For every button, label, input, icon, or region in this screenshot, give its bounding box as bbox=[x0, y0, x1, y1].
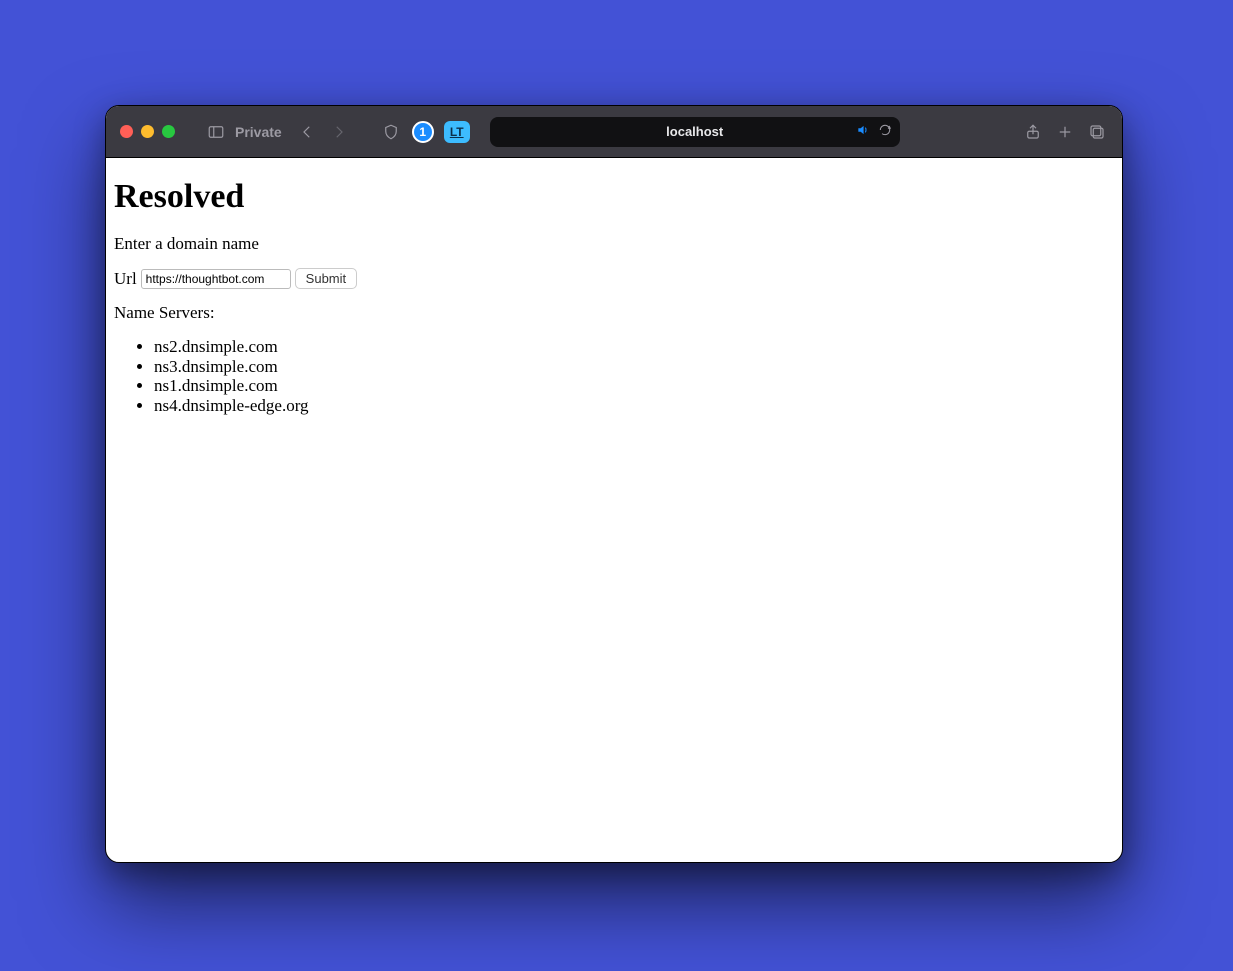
lookup-form: Url Submit bbox=[114, 268, 1114, 289]
share-icon[interactable] bbox=[1022, 121, 1044, 143]
list-item: ns4.dnsimple-edge.org bbox=[154, 396, 1114, 416]
url-input[interactable] bbox=[141, 269, 291, 289]
forward-button-icon[interactable] bbox=[328, 121, 350, 143]
list-item: ns3.dnsimple.com bbox=[154, 357, 1114, 377]
name-servers-heading: Name Servers: bbox=[114, 303, 1114, 323]
list-item: ns2.dnsimple.com bbox=[154, 337, 1114, 357]
onepassword-extension-icon[interactable]: 1 bbox=[412, 121, 434, 143]
page-title: Resolved bbox=[114, 178, 1114, 216]
private-mode-label: Private bbox=[235, 124, 282, 140]
prompt-text: Enter a domain name bbox=[114, 234, 1114, 254]
list-item: ns1.dnsimple.com bbox=[154, 376, 1114, 396]
name-servers-list: ns2.dnsimple.com ns3.dnsimple.com ns1.dn… bbox=[114, 337, 1114, 415]
window-controls bbox=[120, 125, 175, 138]
browser-titlebar: Private 1 LT localhost bbox=[106, 106, 1122, 158]
new-tab-icon[interactable] bbox=[1054, 121, 1076, 143]
address-bar[interactable]: localhost bbox=[490, 117, 900, 147]
submit-button[interactable]: Submit bbox=[295, 268, 357, 289]
reload-icon[interactable] bbox=[878, 123, 892, 140]
url-label: Url bbox=[114, 269, 137, 289]
address-bar-text: localhost bbox=[666, 124, 723, 139]
close-window-button[interactable] bbox=[120, 125, 133, 138]
back-button-icon[interactable] bbox=[296, 121, 318, 143]
tab-overview-icon[interactable] bbox=[1086, 121, 1108, 143]
page-content: Resolved Enter a domain name Url Submit … bbox=[106, 158, 1122, 423]
sound-icon[interactable] bbox=[856, 123, 870, 140]
languagetool-extension-icon[interactable]: LT bbox=[444, 121, 470, 143]
fullscreen-window-button[interactable] bbox=[162, 125, 175, 138]
minimize-window-button[interactable] bbox=[141, 125, 154, 138]
browser-window: Private 1 LT localhost bbox=[105, 105, 1123, 863]
sidebar-toggle-icon[interactable] bbox=[205, 121, 227, 143]
shield-icon[interactable] bbox=[380, 121, 402, 143]
